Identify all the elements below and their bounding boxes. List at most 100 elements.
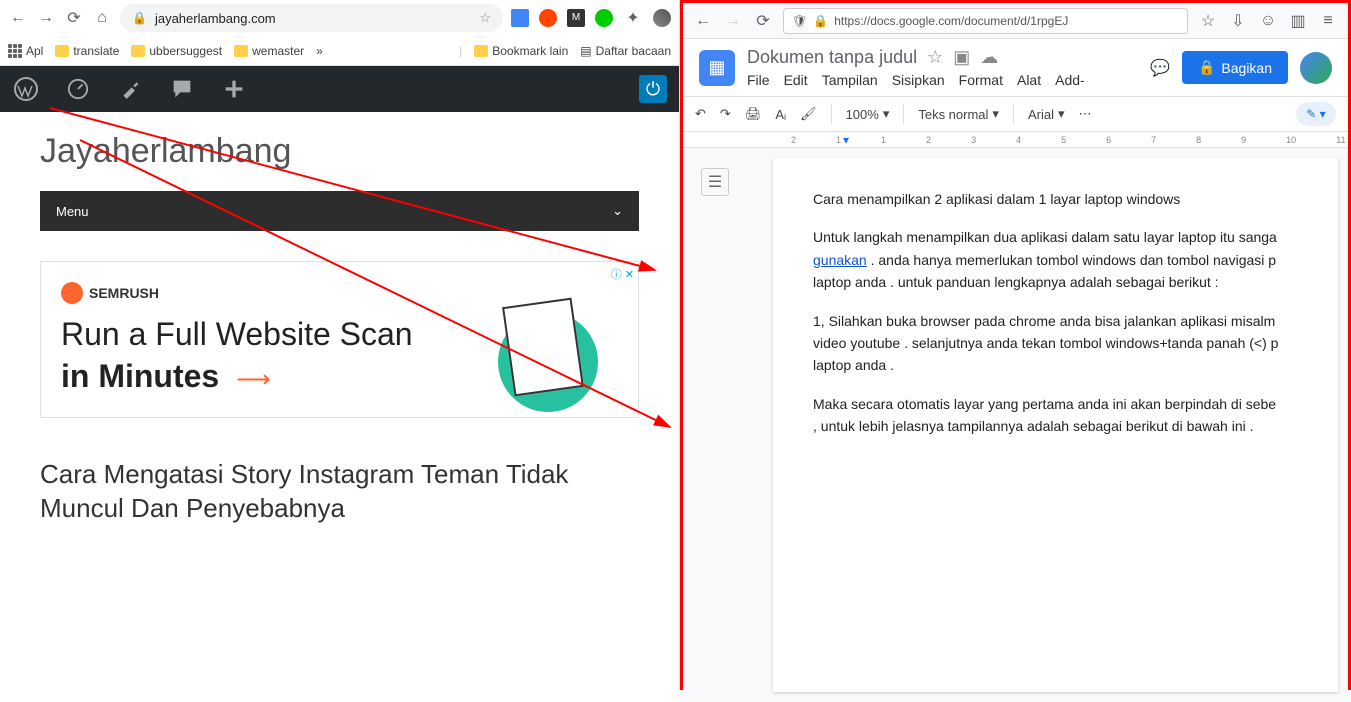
doc-canvas: ☰ Cara menampilkan 2 aplikasi dalam 1 la… xyxy=(683,148,1348,702)
more-icon[interactable]: ⋯ xyxy=(1079,106,1092,122)
apps-label: Apl xyxy=(26,44,43,58)
bookmark-ubbersuggest[interactable]: ubbersuggest xyxy=(131,44,222,58)
style-select[interactable]: Teks normal ▾ xyxy=(918,106,999,122)
ad-illustration xyxy=(488,282,608,422)
back-icon[interactable]: ← xyxy=(8,8,28,28)
menu-format[interactable]: Format xyxy=(959,72,1003,88)
ad-choices[interactable]: ⓘ ✕ xyxy=(611,266,634,282)
doc-paragraph: Maka secara otomatis layar yang pertama … xyxy=(813,393,1298,438)
print-icon[interactable]: 🖨 xyxy=(745,106,762,122)
reload-icon[interactable]: ⟳ xyxy=(753,11,773,31)
folder-icon xyxy=(55,45,69,57)
share-button[interactable]: 🔒 Bagikan xyxy=(1182,51,1288,84)
post-title[interactable]: Cara Mengatasi Story Instagram Teman Tid… xyxy=(40,458,639,526)
site-title: Jayaherlambang xyxy=(40,132,639,171)
doc-link[interactable]: gunakan xyxy=(813,252,867,268)
left-browser-window: ← → ⟳ ⌂ 🔒 jayaherlambang.com ☆ M ✦ Apl t… xyxy=(0,0,680,690)
ext-reddit-icon[interactable] xyxy=(539,9,557,27)
doc-page[interactable]: Cara menampilkan 2 aplikasi dalam 1 laya… xyxy=(773,158,1338,692)
chevron-down-icon: ⌄ xyxy=(612,203,623,219)
forward-icon[interactable]: → xyxy=(36,8,56,28)
doc-title-row: Dokumen tanpa judul ☆ ▣ ☁ xyxy=(747,47,1138,68)
ext-green-icon[interactable] xyxy=(595,9,613,27)
right-browser-window: ← → ⟳ 🛡 🔒 https://docs.google.com/docume… xyxy=(680,0,1351,690)
save-icon[interactable]: ⇩ xyxy=(1228,11,1248,31)
zoom-select[interactable]: 100% ▾ xyxy=(846,106,890,122)
url-text: jayaherlambang.com xyxy=(155,11,276,26)
avatar[interactable] xyxy=(1300,52,1332,84)
doc-paragraph: Untuk langkah menampilkan dua aplikasi d… xyxy=(813,226,1298,293)
shield-icon: 🛡 xyxy=(792,14,807,28)
extension-icons: M ✦ xyxy=(511,8,671,28)
avatar-icon[interactable] xyxy=(653,9,671,27)
docs-header: ▦ Dokumen tanpa judul ☆ ▣ ☁ File Edit Ta… xyxy=(683,39,1348,96)
menu-label: Menu xyxy=(56,204,89,219)
undo-icon[interactable]: ↶ xyxy=(695,106,706,122)
list-icon: ▤ xyxy=(580,44,591,58)
bookmark-lain[interactable]: Bookmark lain xyxy=(474,44,568,58)
comments-icon[interactable] xyxy=(168,75,196,103)
menu-toggle[interactable]: Menu ⌄ xyxy=(40,191,639,231)
cloud-icon[interactable]: ☁ xyxy=(980,47,998,68)
dashboard-icon[interactable] xyxy=(64,75,92,103)
browser-nav-bar: ← → ⟳ 🛡 🔒 https://docs.google.com/docume… xyxy=(683,3,1348,39)
star-icon[interactable]: ☆ xyxy=(927,47,943,68)
url-text: https://docs.google.com/document/d/1rpgE… xyxy=(834,14,1068,28)
folder-icon xyxy=(474,45,488,57)
forward-icon[interactable]: → xyxy=(723,11,743,31)
arrow-right-icon: ⟶ xyxy=(236,366,270,393)
docs-toolbar: ↶ ↷ 🖨 Aᵢ 🖌 100% ▾ Teks normal ▾ Arial ▾ … xyxy=(683,96,1348,132)
doc-heading: Cara menampilkan 2 aplikasi dalam 1 laya… xyxy=(813,188,1298,210)
comment-icon[interactable]: 💬 xyxy=(1150,58,1170,78)
docs-logo-icon[interactable]: ▦ xyxy=(699,50,735,86)
ext-puzzle-icon[interactable]: ✦ xyxy=(623,8,643,28)
menu-insert[interactable]: Sisipkan xyxy=(892,72,945,88)
edit-mode-button[interactable]: ✎ ▾ xyxy=(1296,102,1336,126)
lock-icon: 🔒 xyxy=(1198,59,1215,76)
folder-icon xyxy=(234,45,248,57)
menu-icon[interactable]: ≡ xyxy=(1318,11,1338,31)
move-icon[interactable]: ▣ xyxy=(953,47,970,68)
lock-icon: 🔒 xyxy=(813,14,828,28)
site-content: Jayaherlambang Menu ⌄ ⓘ ✕ SEMRUSH Run a … xyxy=(0,112,679,546)
ext-translate-icon[interactable] xyxy=(511,9,529,27)
account-icon[interactable]: ☺ xyxy=(1258,11,1278,31)
font-select[interactable]: Arial ▾ xyxy=(1028,106,1065,122)
bookmark-wemaster[interactable]: wemaster xyxy=(234,44,304,58)
apps-button[interactable]: Apl xyxy=(8,44,43,58)
star-icon[interactable]: ☆ xyxy=(479,10,491,26)
wordpress-icon[interactable] xyxy=(12,75,40,103)
lock-icon: 🔒 xyxy=(132,11,147,25)
reading-list[interactable]: ▤Daftar bacaan xyxy=(580,44,671,58)
paint-format-icon[interactable]: 🖌 xyxy=(800,106,817,122)
power-icon[interactable]: ⏻ xyxy=(639,75,667,103)
redo-icon[interactable]: ↷ xyxy=(720,106,731,122)
doc-title[interactable]: Dokumen tanpa judul xyxy=(747,47,917,68)
ad-banner[interactable]: ⓘ ✕ SEMRUSH Run a Full Website Scan in M… xyxy=(40,261,639,418)
bookmark-more[interactable]: » xyxy=(316,44,323,58)
folder-icon xyxy=(131,45,145,57)
outline-icon[interactable]: ☰ xyxy=(701,168,729,196)
url-bar[interactable]: 🔒 jayaherlambang.com ☆ xyxy=(120,4,503,32)
menu-addons[interactable]: Add- xyxy=(1055,72,1085,88)
bookmark-bar: Apl translate ubbersuggest wemaster » | … xyxy=(0,36,679,66)
url-bar[interactable]: 🛡 🔒 https://docs.google.com/document/d/1… xyxy=(783,8,1188,34)
docs-menu-bar: File Edit Tampilan Sisipkan Format Alat … xyxy=(747,72,1138,88)
reload-icon[interactable]: ⟳ xyxy=(64,8,84,28)
semrush-icon xyxy=(61,282,83,304)
bookmark-translate[interactable]: translate xyxy=(55,44,119,58)
star-icon[interactable]: ☆ xyxy=(1198,11,1218,31)
menu-view[interactable]: Tampilan xyxy=(822,72,878,88)
spellcheck-icon[interactable]: Aᵢ xyxy=(775,107,786,122)
sidebar-icon[interactable]: ▥ xyxy=(1288,11,1308,31)
add-icon[interactable] xyxy=(220,75,248,103)
menu-file[interactable]: File xyxy=(747,72,770,88)
menu-edit[interactable]: Edit xyxy=(784,72,808,88)
ext-m-icon[interactable]: M xyxy=(567,9,585,27)
apps-grid-icon xyxy=(8,44,22,58)
home-icon[interactable]: ⌂ xyxy=(92,8,112,28)
ruler[interactable]: ▾ 211234567891011121 xyxy=(683,132,1348,148)
back-icon[interactable]: ← xyxy=(693,11,713,31)
menu-tools[interactable]: Alat xyxy=(1017,72,1041,88)
customize-icon[interactable] xyxy=(116,75,144,103)
